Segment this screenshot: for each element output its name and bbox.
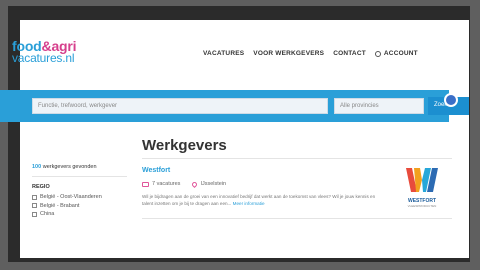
sidebar-divider [32,176,127,177]
result-count-number: 100 [32,164,42,170]
company-meta: 7 vacatures IJsselstein [142,180,238,188]
user-icon [374,50,381,57]
vacancy-count[interactable]: 7 vacatures [152,181,180,187]
filter-option[interactable]: Belgiё - Oost-Vlaanderen [32,193,102,202]
checkbox[interactable] [32,211,37,217]
nav-account-label: ACCOUNT [383,50,418,57]
filter-option-label: China [40,211,55,218]
nav-vacatures[interactable]: VACATURES [203,50,244,57]
logo-vacatures: vacatures.nl [12,51,75,65]
westfort-logo-icon [406,168,438,192]
more-info-link[interactable]: Meer informatie [233,201,265,206]
filter-option[interactable]: Belgiё - Brabant [32,202,102,211]
nav-contact[interactable]: CONTACT [333,50,366,57]
main-nav: VACATURES VOOR WERKGEVERS CONTACT ACCOUN… [203,50,418,57]
divider [142,158,452,159]
checkbox[interactable] [32,203,37,209]
company-logo[interactable]: WESTFORT VLEESPRODUCTEN [402,166,442,210]
checkbox[interactable] [32,194,37,200]
filter-option[interactable]: China [32,210,102,219]
company-description: Wil je bijdragen aan de groei van een in… [142,193,382,207]
nav-account[interactable]: ACCOUNT [374,50,418,57]
briefcase-icon [142,181,149,187]
search-input[interactable]: Functie, trefwoord, werkgever [32,98,328,114]
result-count: 100 werkgevers gevonden [32,164,97,170]
company-logo-subtext: VLEESPRODUCTEN [407,204,437,208]
location-select[interactable]: Alle provincies [334,98,424,114]
site-logo[interactable]: food&agri vacatures.nl [12,39,77,65]
page-title: Werkgevers [142,137,227,154]
company-location: IJsselstein [200,181,227,187]
chat-icon[interactable] [444,93,458,107]
filter-title: REGIO [32,184,50,190]
filter-option-label: Belgiё - Brabant [40,202,80,209]
result-count-label: werkgevers gevonden [41,164,97,170]
nav-voor-werkgevers[interactable]: VOOR WERKGEVERS [253,50,324,57]
filter-option-label: Belgiё - Oost-Vlaanderen [40,194,102,201]
filter-options: Belgiё - Oost-Vlaanderen Belgiё - Braban… [32,193,102,219]
location-pin-icon [191,180,199,188]
company-name[interactable]: Westfort [142,167,170,174]
divider [142,218,452,219]
